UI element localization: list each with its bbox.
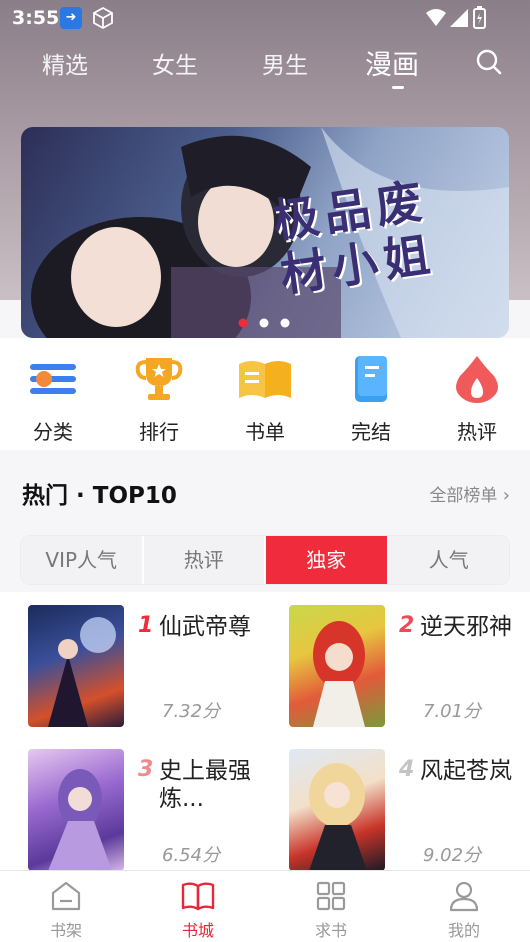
quick-ranking[interactable]: 排行 [119, 354, 199, 445]
status-time: 3:55 [12, 7, 60, 29]
ranking-segment-control: VIP人气 热评 独家 人气 [20, 535, 510, 585]
request-grid-icon [316, 881, 346, 911]
quick-finished-label: 完结 [351, 420, 391, 444]
book-title: 史上最强炼... [159, 758, 251, 812]
quick-booklist-label: 书单 [245, 420, 285, 444]
segment-vip-popular[interactable]: VIP人气 [21, 536, 144, 584]
finished-book-icon [355, 356, 387, 402]
top-navigation: 精选 女生 男生 漫画 [0, 42, 530, 92]
quick-hot-reviews-label: 热评 [457, 420, 497, 444]
app-notification-icon: ➜ [60, 7, 82, 29]
quick-finished[interactable]: 完结 [331, 354, 411, 445]
book-score: 7.01分 [423, 701, 482, 722]
book-cover [289, 749, 385, 871]
book-cover [28, 749, 124, 871]
promo-banner[interactable]: 极品废材小姐 [21, 127, 509, 338]
book-title: 逆天邪神 [420, 614, 512, 640]
book-title: 风起苍岚 [420, 758, 512, 784]
book-score: 6.54分 [162, 845, 221, 866]
section-title: 热门 · TOP10 [22, 483, 177, 509]
quick-category-label: 分类 [33, 420, 73, 444]
bookstore-icon [181, 882, 215, 911]
quick-hot-reviews[interactable]: 热评 [437, 354, 517, 445]
quick-entry-row: 分类 排行 书单 完结 热评 [0, 338, 530, 450]
ranking-list: 1 仙武帝尊 7.32分 2 逆天邪神 7.01分 3 史上最强炼... 6.5… [0, 592, 530, 871]
rank-number: 3 [138, 757, 154, 782]
book-score: 7.32分 [162, 701, 221, 722]
box-icon [93, 6, 113, 30]
quick-booklist[interactable]: 书单 [225, 354, 305, 445]
ranking-item[interactable]: 1 仙武帝尊 7.32分 [28, 605, 268, 733]
tab-male[interactable]: 男生 [262, 46, 308, 80]
segment-exclusive[interactable]: 独家 [266, 536, 389, 584]
book-cover [28, 605, 124, 727]
banner-pagination [238, 318, 290, 328]
tabbar-profile[interactable]: 我的 [424, 879, 504, 941]
tabbar-bookstore[interactable]: 书城 [158, 879, 238, 941]
all-rankings-label: 全部榜单 [429, 486, 498, 506]
tab-featured[interactable]: 精选 [42, 46, 88, 80]
bottom-tab-bar: 书架 书城 求书 我的 [0, 870, 530, 942]
segment-popular[interactable]: 人气 [388, 536, 509, 584]
status-bar: 3:55 ➜ [0, 0, 530, 36]
wifi-icon [426, 9, 446, 26]
profile-icon [449, 881, 479, 912]
rank-number: 1 [138, 613, 154, 638]
ranking-item[interactable]: 2 逆天邪神 7.01分 [289, 605, 529, 733]
tabbar-bookstore-label: 书城 [181, 921, 214, 940]
book-cover [289, 605, 385, 727]
trophy-icon [135, 358, 183, 400]
tabbar-request[interactable]: 求书 [291, 879, 371, 941]
rank-number: 4 [399, 757, 415, 782]
quick-ranking-label: 排行 [139, 420, 179, 444]
rank-number: 2 [399, 613, 415, 638]
bookshelf-icon [51, 881, 81, 911]
tabbar-bookshelf[interactable]: 书架 [26, 879, 106, 941]
tabbar-request-label: 求书 [314, 921, 347, 940]
chevron-right-icon: › [502, 485, 510, 506]
book-score: 9.02分 [423, 845, 482, 866]
tabbar-bookshelf-label: 书架 [49, 921, 82, 940]
quick-category[interactable]: 分类 [13, 354, 93, 445]
search-icon[interactable] [475, 48, 503, 76]
flame-icon [456, 356, 498, 403]
tabbar-profile-label: 我的 [447, 921, 480, 940]
ranking-item[interactable]: 3 史上最强炼... 6.54分 [28, 749, 268, 877]
system-status-icons [426, 6, 486, 29]
category-icon [30, 364, 76, 394]
booklist-icon [239, 361, 291, 398]
book-title: 仙武帝尊 [159, 614, 251, 640]
segment-hot-reviews[interactable]: 热评 [143, 536, 266, 584]
signal-icon [450, 9, 468, 27]
tab-female[interactable]: 女生 [152, 46, 198, 80]
tab-comics[interactable]: 漫画 [365, 43, 419, 82]
ranking-item[interactable]: 4 风起苍岚 9.02分 [289, 749, 529, 877]
active-tab-indicator [392, 86, 404, 89]
all-rankings-link[interactable]: 全部榜单 › [429, 481, 510, 506]
